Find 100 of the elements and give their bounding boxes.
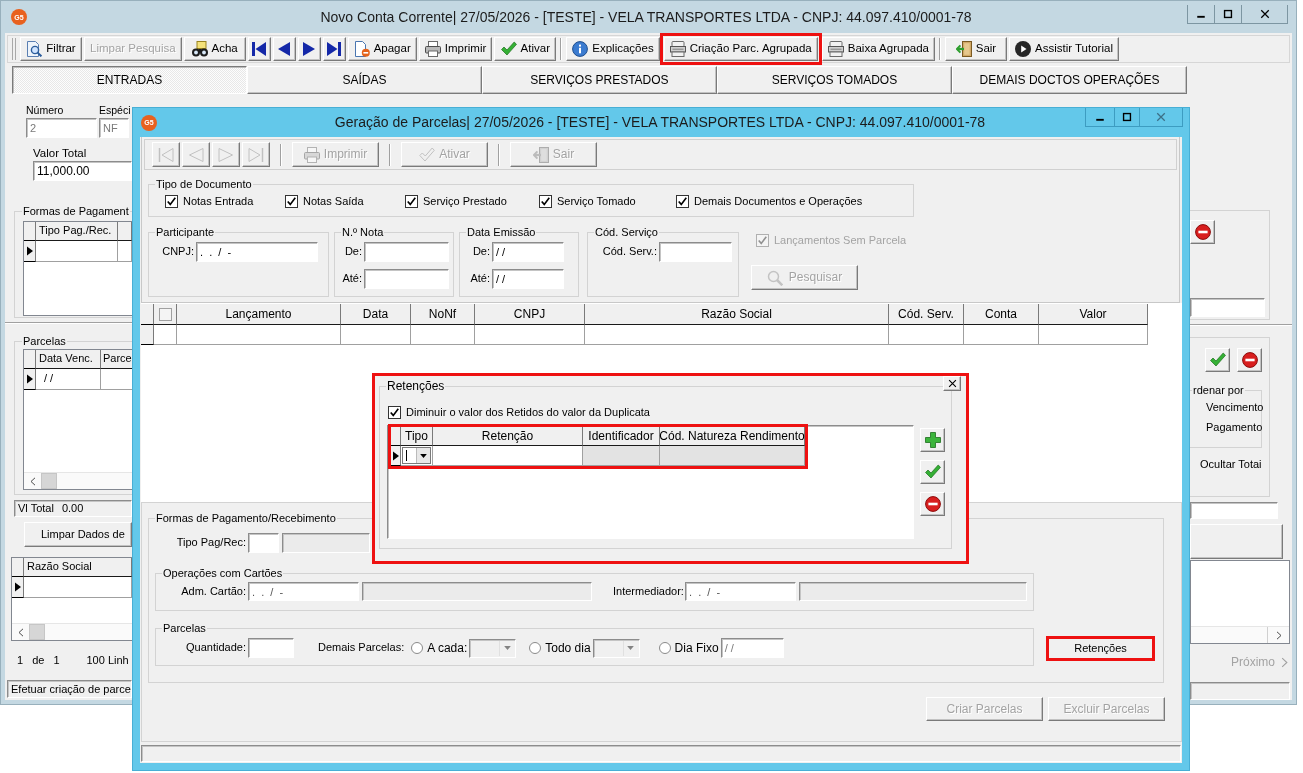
input-field[interactable] bbox=[799, 582, 1027, 601]
toolbar-button[interactable]: Assistir Tutorial bbox=[1008, 37, 1119, 61]
door-arrow-icon bbox=[955, 41, 972, 57]
row-pointer-icon bbox=[392, 450, 399, 461]
input-field[interactable]: / / bbox=[492, 269, 564, 289]
page-total: 1 bbox=[53, 653, 60, 668]
column-header: Razão Social bbox=[585, 304, 889, 325]
remove-button[interactable] bbox=[1237, 348, 1262, 372]
checkmark-icon bbox=[541, 197, 550, 206]
input-field[interactable] bbox=[1190, 298, 1265, 317]
binoculars-icon bbox=[191, 41, 208, 57]
window-title: Novo Conta Corrente| 27/05/2026 - [TESTE] - VELA TRANSPORTES LTDA - CNPJ: 44.097.410/0001-78 bbox=[320, 8, 972, 26]
panel-button[interactable] bbox=[1190, 524, 1283, 559]
field-label: Cód. Serv.: bbox=[602, 245, 657, 259]
page-minus-icon bbox=[353, 41, 370, 57]
last-button[interactable] bbox=[322, 37, 346, 61]
checkbox[interactable] bbox=[405, 195, 418, 208]
toolbar-button[interactable]: Ativar bbox=[494, 37, 557, 61]
tab[interactable]: SERVIÇOS PRESTADOS bbox=[482, 66, 717, 94]
checkbox-label[interactable]: Notas Entrada bbox=[183, 195, 254, 208]
retentions-button[interactable]: Retenções bbox=[1046, 636, 1155, 661]
input-field[interactable]: . . / - bbox=[248, 582, 359, 601]
field-label: Até: bbox=[342, 272, 362, 286]
checkbox[interactable] bbox=[165, 195, 178, 208]
input-field[interactable] bbox=[248, 533, 279, 553]
close-button[interactable] bbox=[943, 376, 961, 391]
triangle-right-icon bbox=[218, 146, 234, 163]
add-button[interactable] bbox=[920, 428, 945, 452]
group-title: Operações com Cartões bbox=[162, 567, 284, 580]
previous-button[interactable] bbox=[272, 37, 296, 61]
confirm-button[interactable] bbox=[920, 460, 945, 484]
scrollbar[interactable] bbox=[1191, 626, 1289, 643]
tab[interactable]: ENTRADAS bbox=[12, 66, 247, 94]
checkbox-label[interactable]: Diminuir o valor dos Retidos do valor da Duplicata bbox=[406, 406, 650, 419]
play-icon bbox=[1014, 41, 1031, 57]
scrollbar-thumb[interactable] bbox=[41, 473, 57, 489]
checkbox[interactable] bbox=[158, 307, 172, 321]
input-field[interactable]: / / bbox=[492, 242, 564, 262]
toolbar-button[interactable]: Imprimir bbox=[418, 37, 493, 61]
input-field[interactable] bbox=[364, 269, 449, 289]
scrollbar[interactable] bbox=[12, 623, 132, 640]
remove-button[interactable] bbox=[920, 492, 945, 516]
checkbox[interactable] bbox=[676, 195, 689, 208]
checkbox[interactable] bbox=[285, 195, 298, 208]
remove-button[interactable] bbox=[1190, 220, 1215, 244]
toolbar-button[interactable]: Filtrar bbox=[20, 37, 82, 61]
toolbar-button[interactable]: Explicações bbox=[566, 37, 660, 61]
column-header: Tipo bbox=[401, 427, 433, 446]
toolbar-button[interactable]: Baixa Agrupada bbox=[821, 37, 935, 61]
scrollbar-thumb[interactable] bbox=[29, 624, 45, 640]
tab[interactable]: SAÍDAS bbox=[247, 66, 482, 94]
first-button[interactable] bbox=[247, 37, 271, 61]
input-field[interactable] bbox=[248, 638, 294, 658]
radio-label[interactable]: Pagamento bbox=[1190, 417, 1261, 437]
paper-tray-icon bbox=[827, 41, 844, 57]
chevron-right-icon bbox=[1281, 657, 1288, 668]
toolbar-button[interactable]: Acha bbox=[183, 37, 246, 61]
checkbox-label[interactable]: Demais Documentos e Operações bbox=[694, 195, 863, 208]
input-field[interactable] bbox=[362, 582, 592, 601]
input-field[interactable] bbox=[364, 242, 449, 262]
input-field[interactable]: . . / - bbox=[685, 582, 796, 601]
input-field[interactable]: 11,000.00 bbox=[33, 161, 132, 181]
checkmark-icon bbox=[167, 197, 176, 206]
checkmark-icon bbox=[758, 236, 767, 245]
checkbox[interactable] bbox=[388, 406, 401, 419]
field-label: Até: bbox=[470, 272, 490, 286]
group-title: Retenções bbox=[386, 380, 446, 393]
column-header: Cód. Serv. bbox=[889, 304, 964, 325]
table-cell bbox=[341, 325, 411, 345]
checkbox-label[interactable]: Serviço Tomado bbox=[557, 195, 636, 208]
input-field[interactable]: . . / - bbox=[196, 242, 318, 262]
toolbar-button[interactable]: Apagar bbox=[347, 37, 417, 61]
checkbox[interactable] bbox=[539, 195, 552, 208]
chevron-left-icon bbox=[29, 476, 36, 486]
toolbar-button[interactable]: Criação Parc. Agrupada bbox=[663, 37, 818, 61]
grip-icon[interactable] bbox=[12, 38, 16, 60]
radio-label[interactable]: Vencimento bbox=[1190, 397, 1261, 417]
minus-icon bbox=[1241, 352, 1258, 368]
field-label: CNPJ: bbox=[162, 245, 194, 259]
input-field[interactable] bbox=[282, 533, 370, 553]
clear-button[interactable]: Limpar Dados de bbox=[24, 522, 132, 547]
checkmark-icon bbox=[1209, 352, 1226, 368]
caret-down-icon bbox=[627, 646, 635, 650]
confirm-button[interactable] bbox=[1205, 348, 1230, 372]
dropdown[interactable] bbox=[402, 447, 431, 464]
checkbox-label[interactable]: Ocultar Totai bbox=[1200, 458, 1269, 472]
row-pointer-icon bbox=[26, 374, 33, 384]
tab[interactable]: SERVIÇOS TOMADOS bbox=[717, 66, 952, 94]
input-field[interactable] bbox=[1190, 502, 1278, 519]
printer-icon bbox=[303, 146, 320, 163]
input-field[interactable] bbox=[659, 242, 732, 262]
toolbar-button[interactable]: Sair bbox=[944, 37, 1007, 61]
skip-to-end-icon bbox=[248, 146, 264, 163]
next-button[interactable] bbox=[297, 37, 321, 61]
checkbox-label[interactable]: Notas Saída bbox=[303, 195, 364, 208]
tab[interactable]: DEMAIS DOCTOS OPERAÇÕES bbox=[952, 66, 1187, 94]
scrollbar[interactable] bbox=[24, 472, 132, 489]
checkbox-label[interactable]: Serviço Prestado bbox=[423, 195, 507, 208]
printer-icon bbox=[424, 41, 441, 57]
checkmark-icon bbox=[678, 197, 687, 206]
